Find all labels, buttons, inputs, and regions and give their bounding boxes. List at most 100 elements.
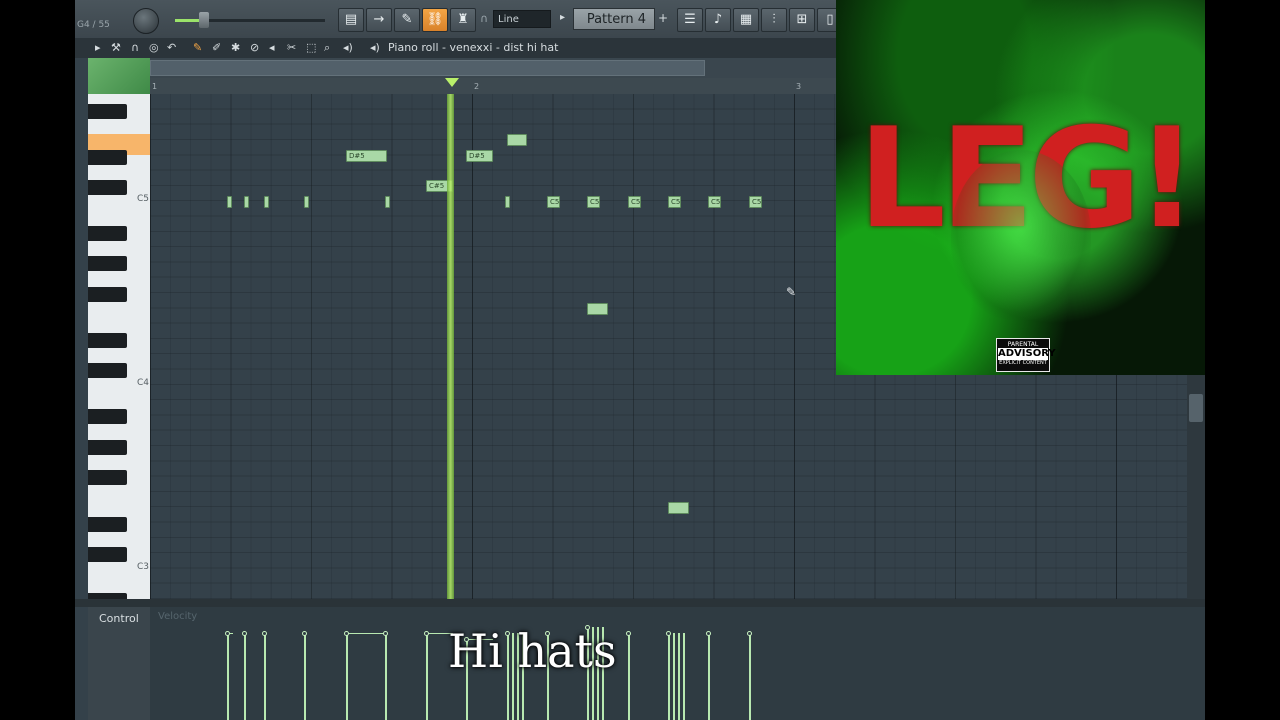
- black-key[interactable]: [88, 180, 127, 195]
- velocity-handle[interactable]: [302, 631, 307, 636]
- black-key[interactable]: [88, 333, 127, 348]
- pencil-icon[interactable]: ✎: [193, 41, 202, 54]
- mute-icon[interactable]: ⊘: [250, 41, 259, 54]
- velocity-handle[interactable]: [747, 631, 752, 636]
- select-icon[interactable]: ⬚: [306, 41, 316, 54]
- voice-count: G4 / 55: [77, 20, 110, 30]
- lane-divider[interactable]: [75, 599, 1205, 607]
- note[interactable]: [507, 134, 527, 146]
- playhead[interactable]: [447, 94, 454, 599]
- note[interactable]: D#5: [466, 150, 493, 162]
- velocity-bar[interactable]: [749, 633, 751, 720]
- black-key[interactable]: [88, 287, 127, 302]
- note[interactable]: C5: [587, 196, 600, 208]
- velocity-handle[interactable]: [626, 631, 631, 636]
- velocity-bar[interactable]: [346, 633, 348, 720]
- note[interactable]: C5: [628, 196, 641, 208]
- velocity-lane[interactable]: [150, 607, 1205, 720]
- link-icon[interactable]: ⛓: [422, 8, 448, 32]
- note[interactable]: [304, 196, 309, 208]
- velocity-bar[interactable]: [264, 633, 266, 720]
- black-key[interactable]: [88, 409, 127, 424]
- velocity-bar[interactable]: [227, 633, 229, 720]
- channel-rack-icon[interactable]: ▦: [733, 8, 759, 32]
- note[interactable]: C5: [708, 196, 721, 208]
- note[interactable]: [385, 196, 390, 208]
- note[interactable]: [244, 196, 249, 208]
- magnet-icon[interactable]: ∩: [480, 12, 488, 25]
- magnet-icon[interactable]: ∩: [131, 41, 139, 54]
- pattern-prev-icon[interactable]: ▸: [560, 12, 565, 23]
- piano-roll-corner[interactable]: [88, 58, 150, 94]
- blend-notes-icon[interactable]: ✎: [394, 8, 420, 32]
- wrench-icon[interactable]: ⚒: [111, 41, 121, 54]
- album-cover: LEG! PARENTAL ADVISORY EXPLICIT CONTENT: [836, 0, 1205, 375]
- snap-select[interactable]: Line: [493, 10, 551, 28]
- playlist-icon[interactable]: ☰: [677, 8, 703, 32]
- note[interactable]: [668, 502, 689, 514]
- velocity-bar[interactable]: [244, 633, 246, 720]
- velocity-bar[interactable]: [385, 633, 387, 720]
- playhead-marker[interactable]: [445, 78, 459, 87]
- piano-keyboard[interactable]: C5 C4 C3: [88, 94, 150, 604]
- key-label: C3: [137, 562, 150, 572]
- piano-roll-icon[interactable]: ♪: [705, 8, 731, 32]
- black-key[interactable]: [88, 470, 127, 485]
- note[interactable]: C5: [749, 196, 762, 208]
- note[interactable]: [505, 196, 510, 208]
- velocity-handle[interactable]: [225, 631, 230, 636]
- velocity-bar[interactable]: [668, 633, 670, 720]
- browser-icon[interactable]: ⊞: [789, 8, 815, 32]
- note[interactable]: [264, 196, 269, 208]
- slip-icon[interactable]: ◂: [269, 41, 275, 54]
- note[interactable]: C5: [668, 196, 681, 208]
- note[interactable]: D#5: [346, 150, 387, 162]
- zoom-icon[interactable]: ⌕: [324, 41, 330, 55]
- typing-keyboard-icon[interactable]: ▤: [338, 8, 364, 32]
- velocity-bar[interactable]: [683, 633, 685, 720]
- bar-number: 2: [474, 82, 480, 91]
- delete-icon[interactable]: ✱: [231, 41, 240, 54]
- slider-thumb[interactable]: [199, 12, 209, 28]
- velocity-handle[interactable]: [424, 631, 429, 636]
- velocity-handle[interactable]: [344, 631, 349, 636]
- control-target[interactable]: Velocity: [158, 611, 197, 622]
- vertical-scrollbar-thumb[interactable]: [1189, 394, 1203, 422]
- note[interactable]: [587, 303, 608, 315]
- black-key[interactable]: [88, 547, 127, 562]
- velocity-handle[interactable]: [666, 631, 671, 636]
- preview-icon[interactable]: ◂): [343, 41, 353, 54]
- menu-arrow-icon[interactable]: ▸: [95, 41, 101, 54]
- black-key[interactable]: [88, 440, 127, 455]
- black-key[interactable]: [88, 104, 127, 119]
- note[interactable]: [227, 196, 232, 208]
- black-key[interactable]: [88, 517, 127, 532]
- master-volume-knob[interactable]: [133, 8, 159, 34]
- velocity-bar[interactable]: [426, 633, 428, 720]
- velocity-handle[interactable]: [262, 631, 267, 636]
- overview-scroll-window[interactable]: [150, 60, 705, 76]
- mixer-icon[interactable]: ⫶: [761, 8, 787, 32]
- black-key[interactable]: [88, 226, 127, 241]
- control-label[interactable]: Control: [99, 612, 139, 625]
- add-pattern-icon[interactable]: +: [658, 11, 668, 25]
- velocity-bar[interactable]: [304, 633, 306, 720]
- undo-icon[interactable]: ↶: [167, 41, 176, 54]
- velocity-bar[interactable]: [673, 633, 675, 720]
- slice-icon[interactable]: ✂: [287, 41, 296, 54]
- paint-icon[interactable]: ✐: [212, 41, 221, 54]
- pattern-select[interactable]: Pattern 4: [573, 8, 655, 30]
- black-key[interactable]: [88, 256, 127, 271]
- velocity-handle[interactable]: [706, 631, 711, 636]
- black-key[interactable]: [88, 363, 127, 378]
- velocity-bar[interactable]: [708, 633, 710, 720]
- velocity-bar[interactable]: [678, 633, 680, 720]
- velocity-handle[interactable]: [242, 631, 247, 636]
- velocity-bar[interactable]: [628, 633, 630, 720]
- note[interactable]: C5: [547, 196, 560, 208]
- playback-icon[interactable]: ◎: [149, 41, 159, 54]
- step-edit-icon[interactable]: →: [366, 8, 392, 32]
- black-key[interactable]: [88, 150, 127, 165]
- metronome-icon[interactable]: ♜: [450, 8, 476, 32]
- velocity-handle[interactable]: [383, 631, 388, 636]
